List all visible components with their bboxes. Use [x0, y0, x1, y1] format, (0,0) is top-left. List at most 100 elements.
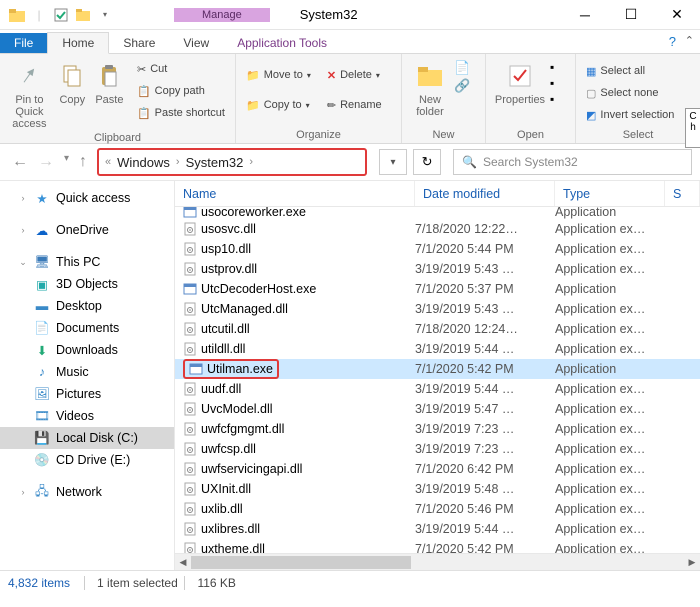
file-date: 3/19/2019 5:43 …: [415, 262, 555, 276]
file-row[interactable]: uxtheme.dll7/1/2020 5:42 PMApplication e…: [175, 539, 700, 553]
copy-to-button[interactable]: 📁Copy to▾: [242, 94, 315, 116]
file-name: uwfservicingapi.dll: [201, 462, 302, 476]
file-row[interactable]: utildll.dll3/19/2019 5:44 …Application e…: [175, 339, 700, 359]
tab-view[interactable]: View: [169, 33, 223, 53]
copy-button[interactable]: Copy: [55, 58, 90, 106]
tab-share[interactable]: Share: [109, 33, 169, 53]
folder-small-icon[interactable]: [74, 6, 92, 24]
refresh-button[interactable]: ↻: [413, 149, 441, 175]
sidebar-item-desktop[interactable]: ▬Desktop: [0, 295, 174, 317]
sidebar-item-local-disk[interactable]: 💾Local Disk (C:): [0, 427, 174, 449]
sidebar-item-onedrive[interactable]: ›☁OneDrive: [0, 219, 174, 241]
column-name[interactable]: Name: [175, 181, 415, 206]
invert-selection-button[interactable]: ◩Invert selection: [582, 104, 678, 126]
edit-icon[interactable]: ▪: [550, 76, 554, 90]
file-row[interactable]: UtcManaged.dll3/19/2019 5:43 …Applicatio…: [175, 299, 700, 319]
tab-application-tools[interactable]: Application Tools: [223, 33, 341, 53]
file-date: 7/1/2020 5:46 PM: [415, 502, 555, 516]
file-row[interactable]: usosvc.dll7/18/2020 12:22…Application ex…: [175, 219, 700, 239]
column-date[interactable]: Date modified: [415, 181, 555, 206]
sidebar-item-videos[interactable]: 🎞Videos: [0, 405, 174, 427]
file-row[interactable]: uxlibres.dll3/19/2019 5:44 …Application …: [175, 519, 700, 539]
paste-button[interactable]: Paste: [92, 58, 127, 106]
easy-access-icon[interactable]: 🔗: [454, 78, 470, 94]
search-placeholder: Search System32: [483, 155, 578, 169]
qat-sep: |: [30, 6, 48, 24]
file-row[interactable]: ustprov.dll3/19/2019 5:43 …Application e…: [175, 259, 700, 279]
properties-button[interactable]: Properties: [492, 58, 548, 106]
horizontal-scrollbar[interactable]: ◀ ▶: [175, 553, 700, 570]
file-type: Application ex…: [555, 222, 665, 236]
chevron-down-icon: ▾: [307, 71, 311, 80]
address-bar[interactable]: « Windows › System32 ›: [97, 148, 367, 176]
file-icon: [183, 542, 197, 553]
back-button[interactable]: ←: [12, 153, 28, 171]
new-folder-button[interactable]: New folder: [408, 58, 452, 118]
history-icon[interactable]: ▪: [550, 92, 554, 106]
sidebar-item-3d-objects[interactable]: ▣3D Objects: [0, 273, 174, 295]
desktop-icon: ▬: [34, 298, 50, 314]
column-type[interactable]: Type: [555, 181, 665, 206]
pin-to-quick-access-button[interactable]: Pin to Quick access: [6, 58, 53, 130]
qat-dropdown-icon[interactable]: ▾: [96, 6, 114, 24]
close-button[interactable]: ✕: [654, 0, 700, 30]
scrollbar-thumb[interactable]: [191, 556, 411, 569]
search-box[interactable]: 🔍 Search System32: [453, 149, 692, 175]
file-row[interactable]: uwfservicingapi.dll7/1/2020 6:42 PMAppli…: [175, 459, 700, 479]
cube-icon: ▣: [34, 276, 50, 292]
file-row[interactable]: usp10.dll7/1/2020 5:44 PMApplication ex…: [175, 239, 700, 259]
address-dropdown[interactable]: ▾: [379, 149, 407, 175]
file-name: usocoreworker.exe: [201, 207, 306, 219]
recent-dropdown-icon[interactable]: ▾: [64, 153, 69, 171]
file-row[interactable]: UtcDecoderHost.exe7/1/2020 5:37 PMApplic…: [175, 279, 700, 299]
file-row[interactable]: uudf.dll3/19/2019 5:44 …Application ex…: [175, 379, 700, 399]
chevron-right-icon[interactable]: ›: [176, 156, 180, 168]
file-row[interactable]: uwfcfgmgmt.dll3/19/2019 7:23 …Applicatio…: [175, 419, 700, 439]
column-size[interactable]: S: [665, 181, 700, 206]
collapse-ribbon-icon[interactable]: ⌃: [685, 34, 694, 47]
scroll-right-icon[interactable]: ▶: [684, 554, 700, 570]
select-none-button[interactable]: ▢Select none: [582, 82, 678, 104]
sidebar-item-network[interactable]: ›🖧Network: [0, 481, 174, 503]
up-button[interactable]: ↑: [79, 153, 87, 171]
file-row[interactable]: UXInit.dll3/19/2019 5:48 …Application ex…: [175, 479, 700, 499]
sidebar-item-downloads[interactable]: ⬇Downloads: [0, 339, 174, 361]
tab-home[interactable]: Home: [47, 32, 109, 54]
breadcrumb-seg-0[interactable]: Windows: [117, 155, 170, 170]
open-icon[interactable]: ▪: [550, 60, 554, 74]
new-item-icon[interactable]: 📄: [454, 60, 470, 76]
sidebar-item-quick-access[interactable]: ›★Quick access: [0, 187, 174, 209]
chevron-right-icon[interactable]: ›: [249, 156, 253, 168]
file-row[interactable]: usocoreworker.exeApplication: [175, 207, 700, 219]
select-all-button[interactable]: ▦Select all: [582, 60, 678, 82]
move-to-button[interactable]: 📁Move to▾: [242, 64, 315, 86]
file-icon: [183, 382, 197, 396]
copy-path-button[interactable]: 📋Copy path: [133, 80, 229, 102]
minimize-button[interactable]: ─: [562, 0, 608, 30]
sidebar-item-pictures[interactable]: 🖼Pictures: [0, 383, 174, 405]
maximize-button[interactable]: ☐: [608, 0, 654, 30]
forward-button[interactable]: →: [38, 153, 54, 171]
file-icon: [183, 282, 197, 296]
tab-file[interactable]: File: [0, 33, 47, 53]
file-icon: [183, 402, 197, 416]
file-row[interactable]: UvcModel.dll3/19/2019 5:47 …Application …: [175, 399, 700, 419]
rename-button[interactable]: ✏Rename: [323, 94, 386, 116]
file-row[interactable]: utcutil.dll7/18/2020 12:24…Application e…: [175, 319, 700, 339]
sidebar-item-cd-drive[interactable]: 💿CD Drive (E:): [0, 449, 174, 471]
delete-button[interactable]: ✕Delete▾: [323, 64, 386, 86]
sidebar-item-documents[interactable]: 📄Documents: [0, 317, 174, 339]
breadcrumb-seg-1[interactable]: System32: [186, 155, 244, 170]
paste-shortcut-button[interactable]: 📋Paste shortcut: [133, 102, 229, 124]
sidebar-item-music[interactable]: ♪Music: [0, 361, 174, 383]
cut-button[interactable]: ✂Cut: [133, 58, 229, 80]
scroll-left-icon[interactable]: ◀: [175, 554, 191, 570]
file-row[interactable]: Utilman.exe7/1/2020 5:42 PMApplication: [175, 359, 700, 379]
checkbox-icon[interactable]: [52, 6, 70, 24]
sidebar-item-this-pc[interactable]: ⌄🖥This PC: [0, 251, 174, 273]
file-type: Application ex…: [555, 482, 665, 496]
file-row[interactable]: uwfcsp.dll3/19/2019 7:23 …Application ex…: [175, 439, 700, 459]
file-row[interactable]: uxlib.dll7/1/2020 5:46 PMApplication ex…: [175, 499, 700, 519]
breadcrumb-root-icon[interactable]: «: [105, 156, 111, 168]
help-icon[interactable]: ?: [669, 34, 676, 49]
